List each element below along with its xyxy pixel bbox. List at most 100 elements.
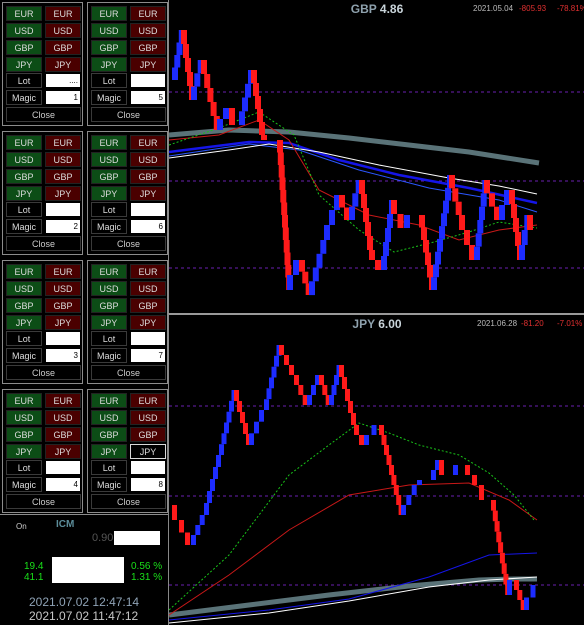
buy-gbp-button[interactable]: GBP bbox=[91, 169, 127, 184]
close-button[interactable]: Close bbox=[6, 494, 81, 509]
buy-jpy-button[interactable]: JPY bbox=[91, 57, 127, 72]
buy-jpy-button[interactable]: JPY bbox=[91, 444, 127, 459]
lot-input[interactable] bbox=[131, 461, 165, 474]
sell-usd-button[interactable]: USD bbox=[45, 281, 81, 296]
lot-input[interactable] bbox=[131, 332, 165, 345]
buy-jpy-button[interactable]: JPY bbox=[6, 444, 42, 459]
buy-jpy-button[interactable]: JPY bbox=[6, 315, 42, 330]
sell-jpy-button[interactable]: JPY bbox=[45, 444, 81, 459]
lot-input[interactable] bbox=[46, 203, 80, 216]
buy-jpy-button[interactable]: JPY bbox=[91, 315, 127, 330]
buy-eur-button[interactable]: EUR bbox=[91, 6, 127, 21]
chart-gbp[interactable]: GBP 4.86 2021.05.04 -805.93 -78.81% bbox=[168, 0, 584, 313]
magic-input[interactable]: 3 bbox=[46, 349, 80, 362]
sell-usd-button[interactable]: USD bbox=[130, 410, 166, 425]
lot-input[interactable]: .... bbox=[46, 74, 80, 87]
trade-panel-2: EUR EUR USD USD GBP GBP JPY JPY Lot Magic 5 Close bbox=[87, 2, 168, 126]
lot-input[interactable] bbox=[131, 203, 165, 216]
buy-eur-button[interactable]: EUR bbox=[6, 6, 42, 21]
renko-brick bbox=[207, 491, 212, 503]
magic-input[interactable]: 2 bbox=[46, 220, 80, 233]
buy-jpy-button[interactable]: JPY bbox=[91, 186, 127, 201]
renko-brick bbox=[453, 465, 458, 475]
sell-usd-button[interactable]: USD bbox=[130, 23, 166, 38]
magic-input[interactable]: 8 bbox=[131, 478, 165, 491]
sell-gbp-button[interactable]: GBP bbox=[130, 169, 166, 184]
sell-gbp-button[interactable]: GBP bbox=[130, 298, 166, 313]
buy-gbp-button[interactable]: GBP bbox=[91, 427, 127, 442]
status-input[interactable] bbox=[114, 531, 160, 545]
sell-gbp-button[interactable]: GBP bbox=[45, 427, 81, 442]
buy-eur-button[interactable]: EUR bbox=[6, 393, 42, 408]
sell-jpy-button[interactable]: JPY bbox=[45, 315, 81, 330]
buy-gbp-button[interactable]: GBP bbox=[91, 40, 127, 55]
renko-brick bbox=[342, 377, 347, 389]
sell-usd-button[interactable]: USD bbox=[45, 410, 81, 425]
buy-usd-button[interactable]: USD bbox=[6, 23, 42, 38]
buy-eur-button[interactable]: EUR bbox=[91, 393, 127, 408]
sell-eur-button[interactable]: EUR bbox=[45, 135, 81, 150]
buy-jpy-button[interactable]: JPY bbox=[6, 57, 42, 72]
buy-gbp-button[interactable]: GBP bbox=[6, 169, 42, 184]
buy-usd-button[interactable]: USD bbox=[91, 281, 127, 296]
sell-jpy-button[interactable]: JPY bbox=[45, 57, 81, 72]
sell-usd-button[interactable]: USD bbox=[45, 23, 81, 38]
buy-usd-button[interactable]: USD bbox=[91, 410, 127, 425]
sell-gbp-button[interactable]: GBP bbox=[45, 169, 81, 184]
sell-gbp-button[interactable]: GBP bbox=[45, 298, 81, 313]
close-button[interactable]: Close bbox=[6, 365, 81, 380]
lot-input[interactable] bbox=[131, 74, 165, 87]
sell-gbp-button[interactable]: GBP bbox=[130, 427, 166, 442]
sell-eur-button[interactable]: EUR bbox=[45, 264, 81, 279]
buy-eur-button[interactable]: EUR bbox=[91, 135, 127, 150]
sell-eur-button[interactable]: EUR bbox=[45, 6, 81, 21]
buy-eur-button[interactable]: EUR bbox=[6, 135, 42, 150]
buy-usd-button[interactable]: USD bbox=[6, 410, 42, 425]
sell-usd-button[interactable]: USD bbox=[130, 281, 166, 296]
buy-eur-button[interactable]: EUR bbox=[6, 264, 42, 279]
renko-brick bbox=[339, 195, 345, 208]
sell-jpy-button[interactable]: JPY bbox=[130, 444, 166, 459]
magic-input[interactable]: 4 bbox=[46, 478, 80, 491]
buy-gbp-button[interactable]: GBP bbox=[6, 298, 42, 313]
magic-input[interactable]: 5 bbox=[131, 91, 165, 104]
sell-jpy-button[interactable]: JPY bbox=[45, 186, 81, 201]
buy-gbp-button[interactable]: GBP bbox=[91, 298, 127, 313]
close-button[interactable]: Close bbox=[91, 236, 166, 251]
buy-usd-button[interactable]: USD bbox=[91, 152, 127, 167]
on-indicator[interactable]: On bbox=[16, 522, 27, 531]
sell-eur-button[interactable]: EUR bbox=[45, 393, 81, 408]
sell-eur-button[interactable]: EUR bbox=[130, 135, 166, 150]
trade-panel-7: EUR EUR USD USD GBP GBP JPY JPY Lot Magic 4 Close bbox=[2, 389, 83, 513]
magic-input[interactable]: 1 bbox=[46, 91, 80, 104]
sell-usd-button[interactable]: USD bbox=[130, 152, 166, 167]
buy-usd-button[interactable]: USD bbox=[6, 152, 42, 167]
magic-row: Magic 1 bbox=[6, 90, 81, 105]
buy-usd-button[interactable]: USD bbox=[91, 23, 127, 38]
close-button[interactable]: Close bbox=[91, 494, 166, 509]
sell-usd-button[interactable]: USD bbox=[45, 152, 81, 167]
close-button[interactable]: Close bbox=[91, 107, 166, 122]
buy-gbp-button[interactable]: GBP bbox=[6, 40, 42, 55]
magic-input[interactable]: 6 bbox=[131, 220, 165, 233]
magic-input[interactable]: 7 bbox=[131, 349, 165, 362]
buy-eur-button[interactable]: EUR bbox=[91, 264, 127, 279]
sell-eur-button[interactable]: EUR bbox=[130, 6, 166, 21]
lot-input[interactable] bbox=[46, 461, 80, 474]
close-button[interactable]: Close bbox=[6, 107, 81, 122]
sell-eur-button[interactable]: EUR bbox=[130, 264, 166, 279]
close-button[interactable]: Close bbox=[91, 365, 166, 380]
buy-gbp-button[interactable]: GBP bbox=[6, 427, 42, 442]
chart-jpy[interactable]: JPY 6.00 2021.06.28 -81.20 -7.01% bbox=[168, 313, 584, 625]
sell-jpy-button[interactable]: JPY bbox=[130, 186, 166, 201]
sell-jpy-button[interactable]: JPY bbox=[130, 57, 166, 72]
buy-jpy-button[interactable]: JPY bbox=[6, 186, 42, 201]
close-button[interactable]: Close bbox=[6, 236, 81, 251]
sell-gbp-button[interactable]: GBP bbox=[45, 40, 81, 55]
sell-eur-button[interactable]: EUR bbox=[130, 393, 166, 408]
buy-usd-button[interactable]: USD bbox=[6, 281, 42, 296]
sell-jpy-button[interactable]: JPY bbox=[130, 315, 166, 330]
sell-gbp-button[interactable]: GBP bbox=[130, 40, 166, 55]
lot-input[interactable] bbox=[46, 332, 80, 345]
renko-brick bbox=[199, 515, 205, 525]
